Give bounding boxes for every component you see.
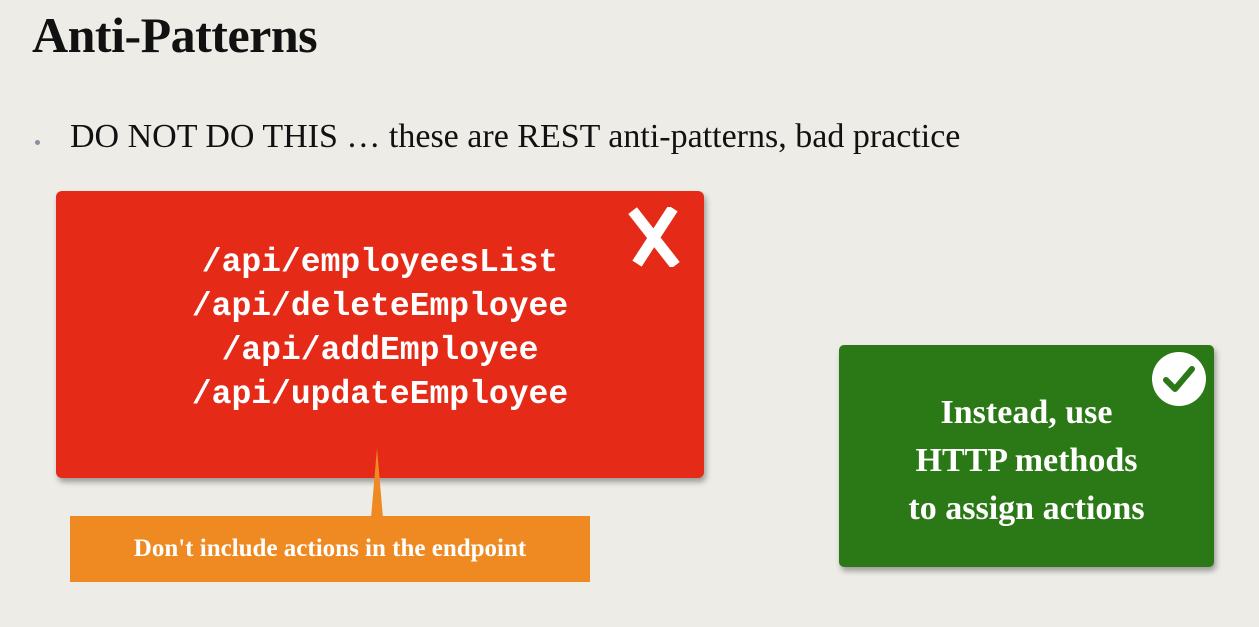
endpoint: /api/addEmployee xyxy=(221,332,539,369)
callout-pointer xyxy=(371,448,383,518)
endpoint-list: /api/employeesList /api/deleteEmployee /… xyxy=(56,241,704,417)
callout-text: Don't include actions in the endpoint xyxy=(133,535,527,562)
endpoint: /api/updateEmployee xyxy=(191,376,569,413)
callout-box: Don't include actions in the endpoint xyxy=(70,516,590,582)
x-mark-icon xyxy=(628,207,680,267)
slide-title: Anti-Patterns xyxy=(32,7,318,63)
bullet-dot xyxy=(35,140,40,145)
recommendation-line: Instead, use xyxy=(940,394,1113,431)
recommendation-line: to assign actions xyxy=(908,490,1145,527)
recommendation-text: Instead, use HTTP methods to assign acti… xyxy=(839,389,1214,533)
endpoint: /api/employeesList xyxy=(201,244,559,281)
anti-pattern-box: /api/employeesList /api/deleteEmployee /… xyxy=(56,191,704,478)
bullet-text: DO NOT DO THIS … these are REST anti-pat… xyxy=(70,118,961,155)
recommendation-line: HTTP methods xyxy=(915,442,1138,479)
recommendation-box: Instead, use HTTP methods to assign acti… xyxy=(839,345,1214,567)
endpoint: /api/deleteEmployee xyxy=(191,288,569,325)
